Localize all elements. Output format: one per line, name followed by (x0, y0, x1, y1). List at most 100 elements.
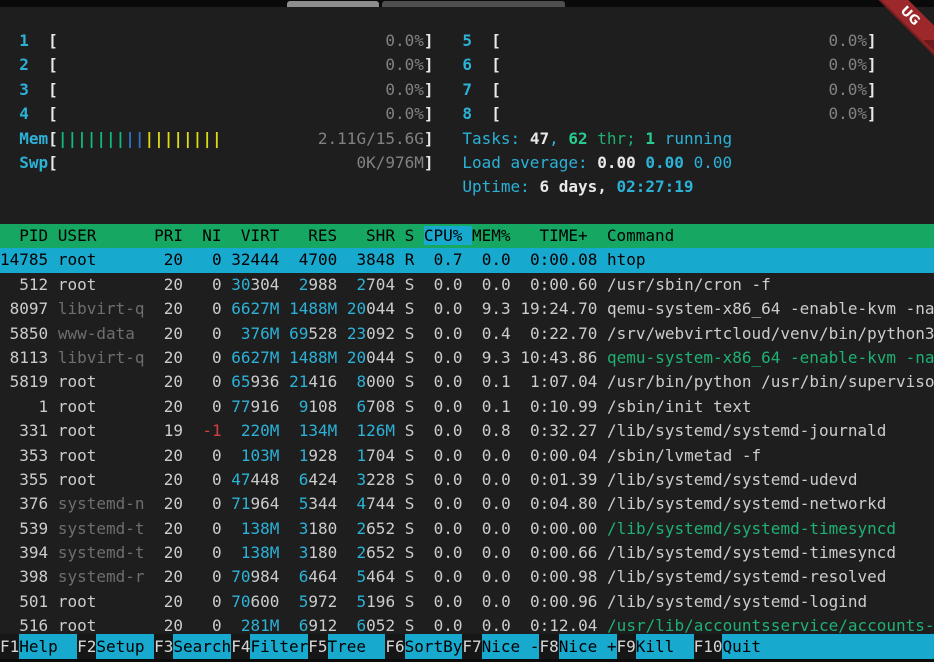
text-run: ] (867, 104, 877, 123)
text-run: 20 (154, 519, 183, 538)
process-row-5819[interactable]: 5819 root 20 0 65936 21416 8000 S 0.0 0.… (0, 370, 934, 394)
process-row-512[interactable]: 512 root 20 0 30304 2988 2704 S 0.0 0.0 … (0, 273, 934, 297)
text-run: 69 (289, 324, 308, 343)
text-run: 14785 (0, 250, 48, 269)
process-row-398[interactable]: 398 systemd-r 20 0 70984 6464 5464 S 0.0… (0, 565, 934, 589)
text-run: Mem (19, 129, 48, 148)
text-run (511, 372, 521, 391)
text-run: /lib/systemd/systemd-logind (607, 592, 867, 611)
text-run (337, 446, 347, 465)
text-run: 0.00 (597, 153, 645, 172)
text-run: 0:12.04 (520, 616, 597, 635)
fnkey-key-label: F8 (539, 634, 558, 659)
text-run (511, 470, 521, 489)
column-header-virt[interactable]: VIRT (231, 226, 289, 245)
text-run (463, 397, 473, 416)
fnkey-f6-sortby[interactable]: F6SortBy (385, 634, 462, 659)
column-header-res[interactable]: RES (289, 226, 347, 245)
fnkey-f4-filter[interactable]: F4Filter (231, 634, 308, 659)
text-run: 0.00 (645, 153, 693, 172)
tab-remnant-active[interactable] (287, 1, 379, 7)
process-row-331[interactable]: 331 root 19 -1 220M 134M 126M S 0.0 0.8 … (0, 419, 934, 443)
text-run (183, 592, 193, 611)
process-row-8113[interactable]: 8113 libvirt-q 20 0 6627M 1488M 20044 S … (0, 346, 934, 370)
text-run: thr; (588, 129, 646, 148)
process-row-8097[interactable]: 8097 libvirt-q 20 0 6627M 1488M 20044 S … (0, 297, 934, 321)
process-row-14785[interactable]: 14785 root 20 0 32444 4700 3848 R 0.7 0.… (0, 248, 934, 272)
fnkey-f10-quit[interactable]: F10Quit (694, 634, 934, 659)
text-run (145, 543, 155, 562)
text-run: S (405, 324, 415, 343)
text-run: 6 days, (539, 177, 616, 196)
fnkey-f8-nice-[interactable]: F8Nice + (539, 634, 616, 659)
fnkey-f3-search[interactable]: F3Search (154, 634, 231, 659)
text-run (145, 446, 155, 465)
fnkey-f1-help[interactable]: F1Help (0, 634, 77, 659)
text-run (414, 616, 424, 635)
cpu-meter-4: 4 [ 0.0%] (0, 102, 434, 126)
text-run: 20 (154, 372, 183, 391)
text-run: libvirt-q (58, 348, 145, 367)
text-run (279, 324, 289, 343)
text-run (501, 104, 829, 123)
process-row-5850[interactable]: 5850 www-data 20 0 376M 69528 23092 S 0.… (0, 322, 934, 346)
text-run: 23 (347, 324, 366, 343)
process-row-394[interactable]: 394 systemd-t 20 0 138M 3180 2652 S 0.0 … (0, 541, 934, 565)
text-run: 138M (241, 543, 280, 562)
tab-remnant-inactive[interactable] (382, 1, 565, 7)
process-row-539[interactable]: 539 systemd-t 20 0 138M 3180 2652 S 0.0 … (0, 517, 934, 541)
text-run: ] (424, 153, 434, 172)
text-run (337, 470, 347, 489)
text-run (222, 494, 232, 513)
text-run (337, 543, 347, 562)
column-header-state[interactable]: S (405, 226, 424, 245)
text-run (597, 299, 607, 318)
fnkey-f5-tree[interactable]: F5Tree (308, 634, 385, 659)
column-header-pid[interactable]: PID (0, 226, 58, 245)
column-header-ni[interactable]: NI (193, 226, 232, 245)
text-run (0, 129, 19, 148)
process-row-501[interactable]: 501 root 20 0 70600 5972 5196 S 0.0 0.0 … (0, 590, 934, 614)
text-run (463, 275, 473, 294)
text-run: 744 (366, 494, 395, 513)
column-header-mem[interactable]: MEM% (472, 226, 520, 245)
terminal-screen: 1 [ 0.0%] 2 [ 0.0%] 3 [ 0.0%] 4 [ 0.0%] … (0, 0, 934, 662)
process-row-1[interactable]: 1 root 20 0 77916 9108 6708 S 0.0 0.1 0:… (0, 395, 934, 419)
text-run (511, 616, 521, 635)
text-run: [ (491, 104, 501, 123)
text-run: 70 (231, 592, 250, 611)
text-run (347, 543, 357, 562)
column-header-command[interactable]: Command (597, 226, 674, 245)
text-run (511, 543, 521, 562)
text-run (395, 348, 405, 367)
text-run (183, 519, 193, 538)
text-run: 180 (308, 543, 337, 562)
text-run: 0.0% (828, 80, 867, 99)
column-header-pri[interactable]: PRI (154, 226, 193, 245)
text-run: 0 (193, 592, 222, 611)
text-run (183, 372, 193, 391)
text-run: 916 (251, 397, 280, 416)
debug-ribbon-fold (923, 40, 934, 51)
text-run (145, 324, 155, 343)
process-row-376[interactable]: 376 systemd-n 20 0 71964 5344 4744 S 0.0… (0, 492, 934, 516)
text-run (145, 348, 155, 367)
text-run: 0 (193, 567, 222, 586)
column-header-user[interactable]: USER (58, 226, 154, 245)
text-run: 6 (357, 397, 367, 416)
fnkey-f7-nice-[interactable]: F7Nice - (462, 634, 539, 659)
process-row-353[interactable]: 353 root 20 0 103M 1928 1704 S 0.0 0.0 0… (0, 444, 934, 468)
cpu-meters-left: 1 [ 0.0%] 2 [ 0.0%] 3 [ 0.0%] 4 [ 0.0%] … (0, 29, 434, 175)
column-header-time[interactable]: TIME+ (520, 226, 597, 245)
text-run: 20 (154, 494, 183, 513)
text-run: root (58, 616, 145, 635)
text-run: 0.0 (424, 592, 463, 611)
text-run (463, 250, 473, 269)
text-run (414, 494, 424, 513)
process-row-355[interactable]: 355 root 20 0 47448 6424 3228 S 0.0 0.0 … (0, 468, 934, 492)
column-header-cpu[interactable]: CPU% (424, 226, 472, 245)
text-run: [ (48, 80, 58, 99)
column-header-shr[interactable]: SHR (347, 226, 405, 245)
fnkey-f2-setup[interactable]: F2Setup (77, 634, 154, 659)
fnkey-f9-kill[interactable]: F9Kill (617, 634, 694, 659)
